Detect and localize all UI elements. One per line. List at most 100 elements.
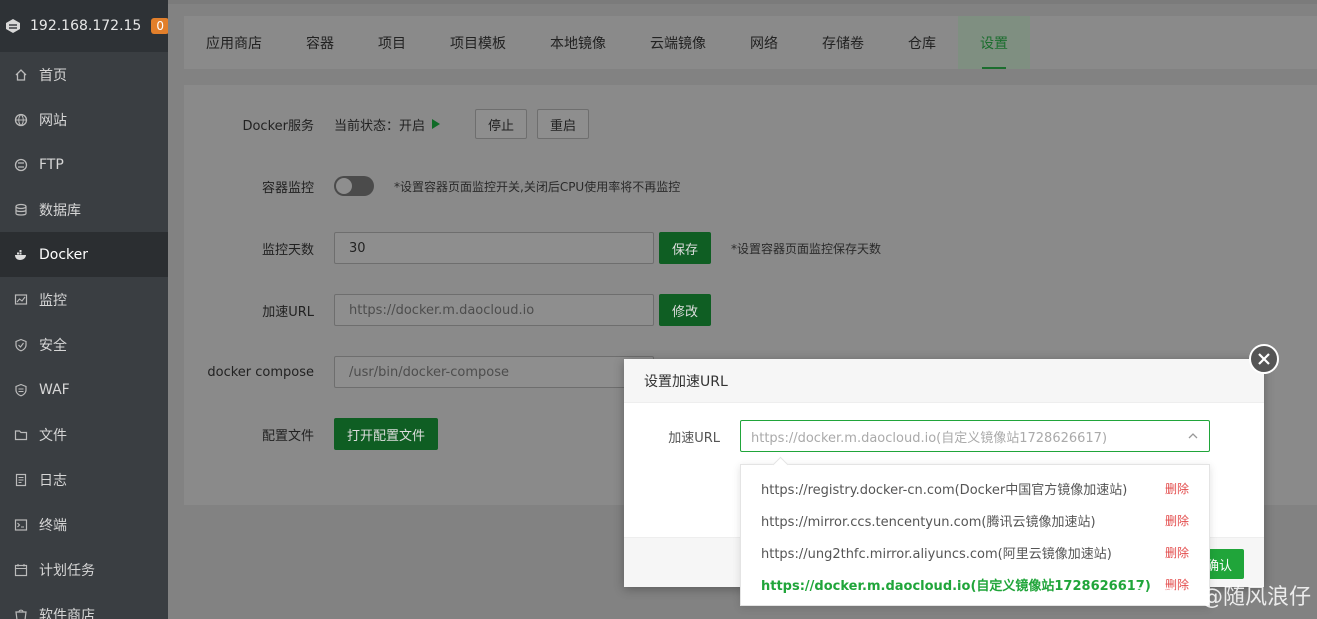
sidebar-item-label: 监控 [39, 292, 67, 309]
globe-icon [14, 113, 28, 127]
tab-8[interactable]: 仓库 [886, 16, 958, 69]
sidebar-item-label: 网站 [39, 112, 67, 129]
sidebar-item-label: 日志 [39, 472, 67, 489]
sidebar-item-docker[interactable]: Docker [0, 232, 168, 277]
sidebar-item-label: 数据库 [39, 202, 81, 219]
docker-tabs: 应用商店 容器 项目 项目模板 本地镜像 云端镜像 网络 存储卷 仓库 设置 [184, 16, 1317, 69]
tab-0[interactable]: 应用商店 [184, 16, 284, 69]
sidebar-item-log[interactable]: 日志 [0, 457, 168, 502]
sidebar-item-home[interactable]: 首页 [0, 52, 168, 97]
database-icon [14, 203, 28, 217]
watermark: CSDN @随风浪仔 [1131, 585, 1311, 610]
folder-icon [14, 428, 28, 442]
sidebar-item-label: 终端 [39, 517, 67, 534]
sidebar-item-folder[interactable]: 文件 [0, 412, 168, 457]
monitor-icon [14, 293, 28, 307]
sidebar-item-label: 计划任务 [39, 562, 95, 579]
compose-row: docker compose /usr/bin/docker-compose [184, 356, 654, 388]
monitor-days-input[interactable]: 30 [334, 232, 654, 264]
calendar-icon [14, 563, 28, 577]
sidebar-item-globe[interactable]: 网站 [0, 97, 168, 142]
tab-6[interactable]: 网络 [728, 16, 800, 69]
monitor-days-label: 监控天数 [261, 242, 314, 258]
sidebar-item-label: Docker [39, 246, 89, 263]
sidebar-item-waf[interactable]: WAF [0, 367, 168, 412]
play-icon [431, 118, 441, 130]
option-url: https://docker.m.daocloud.io(自定义镜像站17286… [761, 578, 1151, 594]
sidebar-item-label: FTP [39, 156, 64, 173]
accel-url-row: 加速URL https://docker.m.daocloud.io 修改 [184, 294, 712, 326]
monitor-days-hint: *设置容器页面监控保存天数 [731, 241, 882, 256]
config-file-row: 配置文件 打开配置文件 [184, 418, 439, 450]
dialog-field-label: 加速URL [668, 430, 720, 446]
option-url: https://registry.docker-cn.com(Docker中国官… [761, 482, 1128, 498]
sidebar-item-ftp[interactable]: FTP [0, 142, 168, 187]
sidebar-item-shield[interactable]: 安全 [0, 322, 168, 367]
container-monitor-label: 容器监控 [261, 180, 314, 196]
option-url: https://mirror.ccs.tencentyun.com(腾讯云镜像加… [761, 514, 1096, 530]
terminal-icon [14, 518, 28, 532]
delete-option-button[interactable]: 删除 [1165, 512, 1189, 529]
tab-4[interactable]: 本地镜像 [528, 16, 628, 69]
tab-7[interactable]: 存储卷 [800, 16, 886, 69]
sidebar-item-terminal[interactable]: 终端 [0, 502, 168, 547]
delete-option-button[interactable]: 删除 [1165, 544, 1189, 561]
sidebar: 192.168.172.15 0 首页网站 FTP 数据库 Docker 监控安全 WAF… [0, 0, 169, 619]
chevron-up-icon [1187, 430, 1199, 442]
dropdown-option[interactable]: https://ung2thfc.mirror.aliyuncs.com(阿里云… [741, 536, 1209, 568]
accel-url-select[interactable]: https://docker.m.daocloud.io(自定义镜像站17286… [740, 420, 1210, 452]
monitor-days-row: 监控天数 30 保存 *设置容器页面监控保存天数 [184, 232, 881, 264]
restart-button[interactable]: 重启 [537, 109, 590, 139]
compose-label: docker compose [207, 364, 314, 380]
delete-option-button[interactable]: 删除 [1165, 480, 1189, 497]
sidebar-item-label: 文件 [39, 427, 67, 444]
close-dialog-icon[interactable] [1249, 344, 1279, 374]
server-ip: 192.168.172.15 [30, 18, 142, 34]
config-file-label: 配置文件 [261, 428, 314, 444]
sidebar-item-monitor[interactable]: 监控 [0, 277, 168, 322]
sidebar-item-store[interactable]: 软件商店 [0, 592, 168, 619]
stop-button[interactable]: 停止 [475, 109, 528, 139]
sidebar-item-calendar[interactable]: 计划任务 [0, 547, 168, 592]
sidebar-menu: 首页网站 FTP 数据库 Docker 监控安全 WAF 文件日志终端计划任务软件商店 [0, 52, 168, 619]
docker-icon [14, 248, 28, 262]
sidebar-item-database[interactable]: 数据库 [0, 187, 168, 232]
dropdown-option[interactable]: https://registry.docker-cn.com(Docker中国官… [741, 472, 1209, 504]
accel-url-label: 加速URL [262, 304, 314, 320]
modify-url-button[interactable]: 修改 [659, 294, 712, 326]
dialog-field-row: 加速URL https://docker.m.daocloud.io(自定义镜像… [624, 420, 1210, 452]
sidebar-item-label: 软件商店 [39, 607, 95, 619]
tab-2[interactable]: 项目 [356, 16, 428, 69]
sidebar-item-label: 安全 [39, 337, 67, 354]
select-placeholder: https://docker.m.daocloud.io(自定义镜像站17286… [751, 430, 1108, 446]
container-monitor-hint: *设置容器页面监控开关,关闭后CPU使用率将不再监控 [394, 179, 681, 194]
server-header: 192.168.172.15 0 [0, 0, 169, 52]
docker-status-text: 当前状态：开启 [334, 118, 426, 134]
sidebar-item-label: WAF [39, 381, 70, 398]
sidebar-item-label: 首页 [39, 67, 67, 84]
docker-service-label: Docker服务 [242, 118, 314, 134]
dialog-title: 设置加速URL [624, 359, 1264, 403]
log-icon [14, 473, 28, 487]
waf-icon [14, 383, 28, 397]
ftp-icon [14, 158, 28, 172]
tab-1[interactable]: 容器 [284, 16, 356, 69]
container-monitor-toggle[interactable] [334, 176, 374, 196]
option-url: https://ung2thfc.mirror.aliyuncs.com(阿里云… [761, 546, 1112, 562]
tab-5[interactable]: 云端镜像 [628, 16, 728, 69]
container-monitor-row: 容器监控 *设置容器页面监控开关,关闭后CPU使用率将不再监控 [184, 176, 680, 196]
server-icon [4, 17, 22, 35]
dropdown-option[interactable]: https://mirror.ccs.tencentyun.com(腾讯云镜像加… [741, 504, 1209, 536]
notification-badge[interactable]: 0 [151, 18, 169, 34]
save-days-button[interactable]: 保存 [659, 232, 712, 264]
accel-url-input[interactable]: https://docker.m.daocloud.io [334, 294, 654, 326]
compose-path-input[interactable]: /usr/bin/docker-compose [334, 356, 654, 388]
open-config-button[interactable]: 打开配置文件 [334, 418, 439, 450]
tab-9[interactable]: 设置 [958, 16, 1030, 69]
tab-3[interactable]: 项目模板 [428, 16, 528, 69]
top-strip [168, 0, 1317, 4]
home-icon [14, 68, 28, 82]
shield-icon [14, 338, 28, 352]
store-icon [14, 608, 28, 619]
docker-service-row: Docker服务 当前状态：开启 停止 重启 [184, 109, 590, 139]
